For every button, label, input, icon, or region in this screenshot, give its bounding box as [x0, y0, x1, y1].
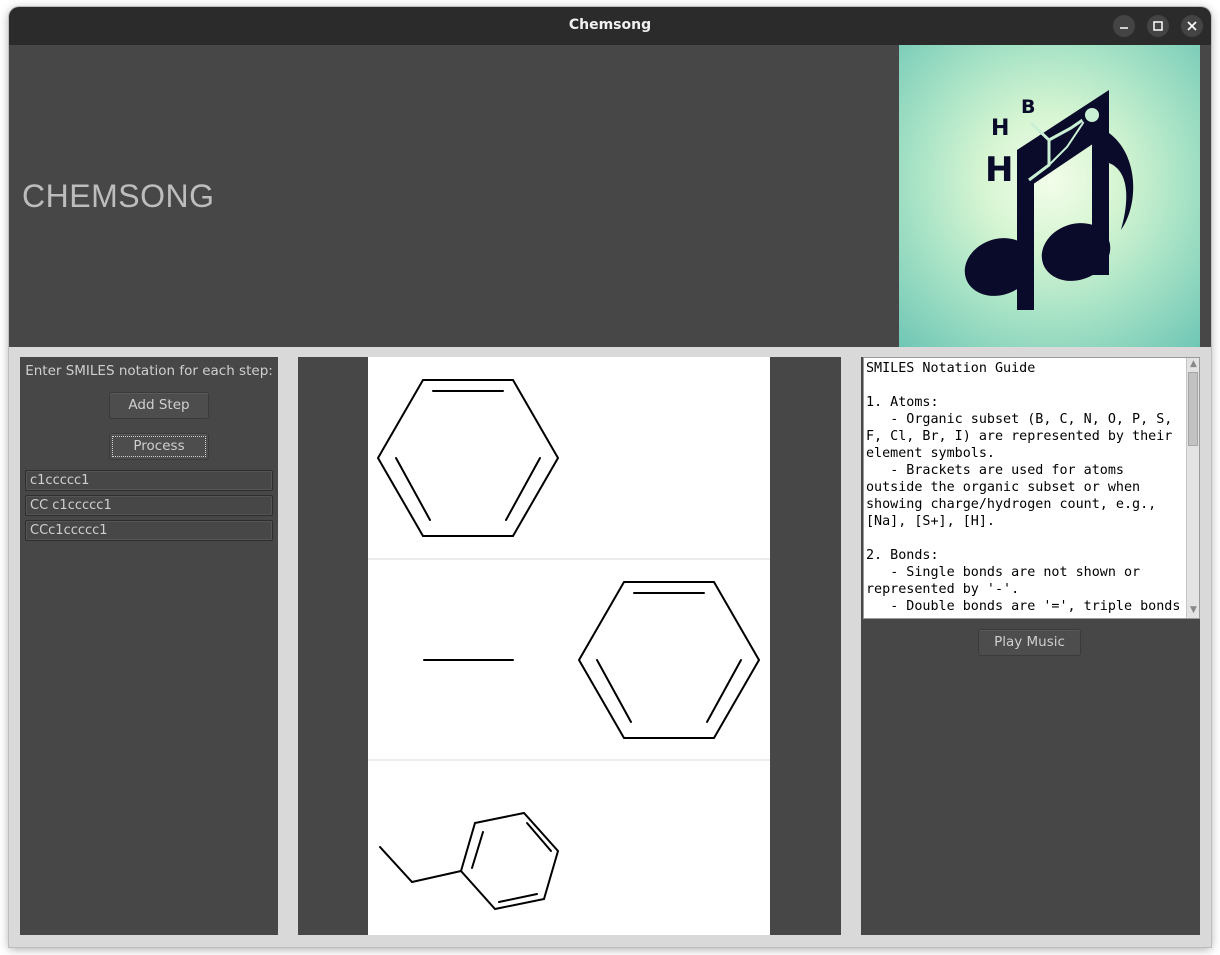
- scroll-up-icon[interactable]: ▲: [1188, 359, 1199, 370]
- benzene-structure-1: [376, 379, 560, 537]
- double-bond-1b: [395, 457, 431, 521]
- structure-panel: [298, 357, 841, 935]
- benzene-ring-2: [577, 581, 761, 739]
- logo-letter-b: B: [1021, 96, 1035, 118]
- benzene-ring-3: [459, 811, 560, 911]
- double-bond-2c: [706, 659, 742, 723]
- logo-letter-h1: H: [991, 116, 1009, 141]
- app-window: Chemsong CHEMSONG B H H Enter SMILES not…: [9, 7, 1211, 947]
- ethylbenzene-structure: [379, 811, 560, 911]
- molecule-drawings: [367, 379, 771, 911]
- ethyl-chain: [379, 846, 462, 884]
- minimize-icon: [1120, 27, 1128, 29]
- process-button[interactable]: Process: [109, 433, 209, 460]
- benzene-ring-1: [376, 379, 560, 537]
- logo-flag: [1109, 133, 1134, 230]
- steps-panel: Enter SMILES notation for each step: Add…: [20, 357, 278, 935]
- step-input-3[interactable]: CCc1ccccc1: [25, 520, 273, 541]
- app-title: CHEMSONG: [22, 178, 215, 214]
- guide-scrollbar[interactable]: ▲ ▼: [1186, 358, 1199, 618]
- double-bond-2b: [596, 659, 632, 723]
- add-step-button[interactable]: Add Step: [109, 392, 209, 419]
- double-bond-3b: [526, 822, 552, 852]
- close-icon: [1187, 21, 1197, 31]
- logo-atom-circle: [1081, 104, 1103, 126]
- play-music-button[interactable]: Play Music: [978, 629, 1081, 656]
- scroll-thumb[interactable]: [1188, 372, 1198, 446]
- step-input-2[interactable]: CC c1ccccc1: [25, 495, 273, 516]
- steps-instruction: Enter SMILES notation for each step:: [25, 363, 273, 379]
- step-input-1[interactable]: c1ccccc1: [25, 470, 273, 491]
- smiles-guide-text: SMILES Notation Guide 1. Atoms: - Organi…: [866, 361, 1181, 614]
- header-banner: CHEMSONG B H H: [9, 45, 1211, 347]
- benzene-structure-2: [577, 581, 761, 739]
- window-title: Chemsong: [568, 17, 652, 33]
- logo-letter-h2: H: [985, 150, 1013, 190]
- scroll-down-icon[interactable]: ▼: [1188, 605, 1199, 616]
- minimize-button[interactable]: [1113, 15, 1135, 37]
- double-bond-3a: [471, 831, 484, 869]
- chemsong-logo: B H H: [899, 45, 1200, 347]
- maximize-button[interactable]: [1147, 15, 1169, 37]
- guide-panel: SMILES Notation Guide 1. Atoms: - Organi…: [861, 357, 1200, 935]
- title-bar[interactable]: Chemsong: [9, 7, 1211, 45]
- maximize-icon: [1153, 21, 1163, 31]
- close-button[interactable]: [1181, 15, 1203, 37]
- structure-canvas[interactable]: [367, 357, 771, 935]
- music-molecule-logo-icon: B H H: [964, 90, 1134, 310]
- double-bond-1c: [505, 457, 541, 521]
- smiles-guide-textbox[interactable]: SMILES Notation Guide 1. Atoms: - Organi…: [863, 357, 1200, 619]
